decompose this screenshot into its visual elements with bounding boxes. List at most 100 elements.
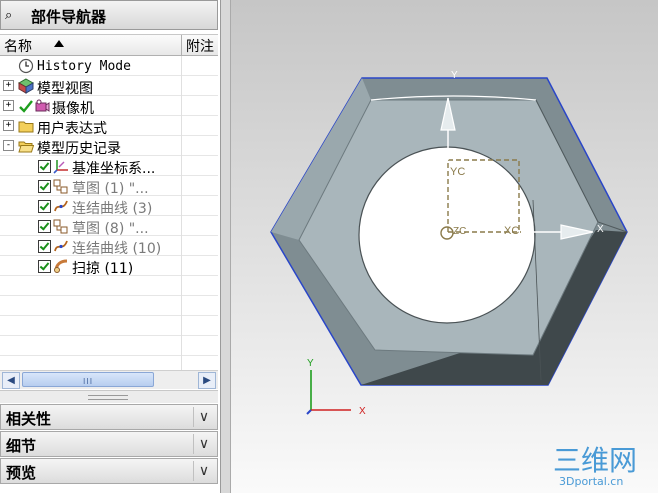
tree-row-empty [0, 356, 218, 376]
section-title: 相关性 [6, 410, 52, 428]
feature-checkbox[interactable] [38, 260, 51, 273]
tree-row-user-expressions[interactable]: + 用户表达式 [0, 116, 218, 137]
tree-row-sweep-11[interactable]: 扫掠 (11) [0, 256, 218, 277]
row-divider [181, 256, 182, 276]
datum-csys-icon [53, 160, 68, 174]
column-divider[interactable] [181, 35, 182, 55]
scroll-left-arrow[interactable]: ◀ [2, 372, 20, 389]
row-divider [181, 96, 182, 116]
tree-row-label: 连结曲线 (10) [72, 241, 162, 257]
panel-resize-border[interactable] [221, 0, 231, 493]
pin-icon[interactable]: ⌕ [5, 8, 12, 23]
triad-y-label: Y [307, 358, 314, 369]
model-views-icon [18, 78, 34, 94]
scrollbar-thumb[interactable]: III [22, 372, 154, 387]
tree-row-label: 扫掠 (11) [72, 261, 134, 277]
expand-toggle[interactable]: + [3, 100, 14, 111]
row-divider [181, 156, 182, 176]
tree-row-label: 模型历史记录 [37, 141, 121, 157]
tree-row-label: 用户表达式 [37, 121, 107, 137]
scrollbar-grip: III [83, 377, 94, 386]
column-header: 名称 附注 [0, 34, 218, 56]
tree-row-datum-csys[interactable]: 基准坐标系... [0, 156, 218, 177]
triad-z-axis [306, 409, 312, 415]
tree-row-model-history[interactable]: - 模型历史记录 [0, 136, 218, 157]
watermark-logo: 三维网 [553, 444, 637, 477]
expand-toggle[interactable]: + [3, 80, 14, 91]
collapse-toggle[interactable]: - [3, 140, 14, 151]
triad-x-label: X [359, 406, 366, 417]
sweep-icon [54, 259, 68, 273]
folder-open-icon [18, 141, 34, 153]
section-details[interactable]: 细节 ∨ [0, 431, 218, 457]
feature-checkbox[interactable] [38, 220, 51, 233]
tree-row-sketch-8[interactable]: 草图 (8) "... [0, 216, 218, 237]
tree-row-model-views[interactable]: + 模型视图 [0, 76, 218, 97]
tree-row-empty [0, 276, 218, 296]
row-divider [181, 196, 182, 216]
xc-label: XC [504, 225, 519, 237]
row-divider [181, 336, 182, 356]
chevron-down-icon[interactable]: ∨ [193, 461, 214, 481]
chevron-down-icon[interactable]: ∨ [193, 407, 214, 427]
sort-ascending-icon[interactable] [54, 40, 64, 47]
tree-row-joined-curve-3[interactable]: 连结曲线 (3) [0, 196, 218, 217]
section-dependencies[interactable]: 相关性 ∨ [0, 404, 218, 430]
section-title: 细节 [6, 437, 37, 455]
chevron-down-icon[interactable]: ∨ [193, 434, 214, 454]
tree-row-label: History Mode [37, 59, 131, 74]
panel-splitter[interactable] [0, 390, 218, 403]
x-handle-label: X [597, 224, 604, 235]
tree-row-history-mode[interactable]: History Mode [0, 56, 218, 76]
feature-checkbox[interactable] [38, 200, 51, 213]
watermark-site: 3Dportal.cn [559, 475, 623, 488]
tree-row-camera[interactable]: + 摄像机 [0, 96, 218, 117]
tree-row-label: 草图 (1) "... [72, 181, 149, 197]
tree-row-label: 基准坐标系... [72, 161, 156, 177]
tree-row-label: 草图 (8) "... [72, 221, 149, 237]
tree-row-empty [0, 296, 218, 316]
column-name-header[interactable]: 名称 [4, 36, 32, 56]
row-divider [181, 296, 182, 316]
navigator-titlebar: ⌕ 部件导航器 [0, 0, 218, 30]
sketch-icon [53, 179, 68, 194]
feature-checkbox[interactable] [38, 240, 51, 253]
row-divider [181, 56, 182, 76]
tree-row-joined-curve-10[interactable]: 连结曲线 (10) [0, 236, 218, 257]
joined-curve-icon [54, 200, 68, 212]
joined-curve-icon [54, 240, 68, 252]
tree-row-sketch-1[interactable]: 草图 (1) "... [0, 176, 218, 197]
tree-row-empty [0, 316, 218, 336]
splitter-grip [88, 395, 128, 400]
green-check-icon [19, 100, 33, 113]
row-divider [181, 216, 182, 236]
camera-icon [35, 99, 50, 112]
y-handle-label: Y [451, 70, 458, 81]
history-clock-icon [18, 58, 34, 74]
folder-icon [18, 121, 34, 133]
zc-label: ZC [453, 226, 466, 237]
navigator-tree: History Mode + 模型视图 + 摄像机 + 用户表达式 - 模型历史… [0, 56, 218, 376]
viewport-canvas[interactable]: YC XC ZC Y X Y X 三维网 3Dportal.cn [231, 0, 658, 493]
tree-row-label: 连结曲线 (3) [72, 201, 153, 217]
feature-checkbox[interactable] [38, 160, 51, 173]
section-title: 预览 [6, 464, 37, 482]
tree-row-label: 摄像机 [52, 101, 94, 117]
row-divider [181, 136, 182, 156]
yc-label: YC [450, 166, 465, 178]
section-preview[interactable]: 预览 ∨ [0, 458, 218, 484]
navigator-title: 部件导航器 [31, 8, 107, 26]
sketch-icon [53, 219, 68, 234]
part-navigator-panel: ⌕ 部件导航器 名称 附注 History Mode + 模型视图 + 摄像机 … [0, 0, 221, 493]
row-divider [181, 116, 182, 136]
scroll-right-arrow[interactable]: ▶ [198, 372, 216, 389]
tree-row-label: 模型视图 [37, 81, 93, 97]
row-divider [181, 276, 182, 296]
graphics-viewport[interactable]: YC XC ZC Y X Y X 三维网 3Dportal.cn [231, 0, 658, 493]
horizontal-scrollbar[interactable]: ◀ III ▶ [0, 370, 218, 389]
row-divider [181, 76, 182, 96]
expand-toggle[interactable]: + [3, 120, 14, 131]
column-notes-header[interactable]: 附注 [186, 36, 214, 56]
feature-checkbox[interactable] [38, 180, 51, 193]
row-divider [181, 176, 182, 196]
